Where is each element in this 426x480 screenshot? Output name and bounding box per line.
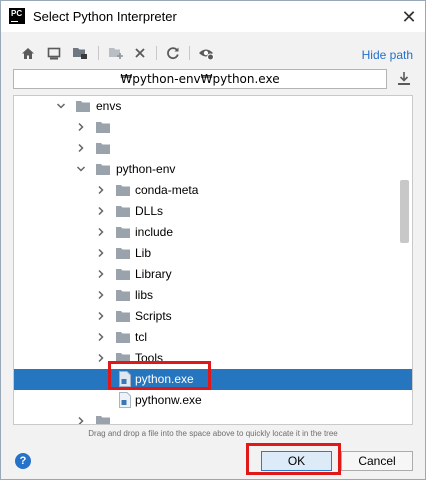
tree-item-label: python.exe <box>135 372 194 386</box>
tree-item[interactable]: Library <box>14 264 412 285</box>
folder-icon <box>96 143 110 154</box>
hide-path-link[interactable]: Hide path <box>362 48 413 62</box>
tree-scrollbar[interactable] <box>400 180 409 243</box>
folder-icon <box>116 290 130 301</box>
tree-item[interactable] <box>14 138 412 159</box>
tree-item[interactable] <box>14 117 412 138</box>
drag-drop-hint: Drag and drop a file into the space abov… <box>88 429 338 438</box>
path-field[interactable]: ₩python-env₩python.exe <box>13 69 387 89</box>
folder-icon <box>116 248 130 259</box>
tree-item-label: Library <box>135 267 172 281</box>
tree-item-label: pythonw.exe <box>135 393 202 407</box>
tree-item-label: DLLs <box>135 204 164 218</box>
tree-item-label: envs <box>96 99 122 113</box>
tree-item-label: Scripts <box>135 309 172 323</box>
chevron-right-icon[interactable] <box>76 416 86 425</box>
close-icon[interactable]: ✕ <box>393 2 425 32</box>
python-file-icon <box>119 371 131 387</box>
tree-item-selected[interactable]: python.exe <box>14 369 412 390</box>
tree-item[interactable]: envs <box>14 96 412 117</box>
tree-item[interactable]: libs <box>14 285 412 306</box>
app-icon-text: PC <box>11 9 23 18</box>
delete-icon[interactable] <box>131 44 149 62</box>
chevron-right-icon[interactable] <box>76 122 86 132</box>
folder-icon <box>96 122 110 133</box>
project-folder-icon[interactable] <box>71 44 89 62</box>
tree-item[interactable]: include <box>14 222 412 243</box>
folder-icon <box>116 311 130 322</box>
folder-icon <box>116 332 130 343</box>
chevron-right-icon[interactable] <box>96 185 106 195</box>
title-bar: PC Select Python Interpreter ✕ <box>1 1 425 32</box>
folder-icon <box>76 101 90 112</box>
chevron-right-icon[interactable] <box>96 311 106 321</box>
tree-item[interactable]: pythonw.exe <box>14 390 412 411</box>
chevron-right-icon[interactable] <box>76 143 86 153</box>
new-folder-icon[interactable] <box>107 44 125 62</box>
tree-item-label: include <box>135 225 174 239</box>
download-icon[interactable] <box>397 71 413 87</box>
chevron-right-icon[interactable] <box>96 290 106 300</box>
tree-item-label: Tools <box>135 351 164 365</box>
folder-icon <box>96 164 110 175</box>
chevron-right-icon[interactable] <box>96 332 106 342</box>
tree-item-label: libs <box>135 288 154 302</box>
desktop-icon[interactable] <box>45 44 63 62</box>
tree-item[interactable]: python-env <box>14 159 412 180</box>
select-interpreter-dialog: PC Select Python Interpreter ✕ Hide path… <box>0 0 426 480</box>
cancel-button[interactable]: Cancel <box>341 451 413 471</box>
chevron-right-icon[interactable] <box>96 248 106 258</box>
chevron-right-icon[interactable] <box>96 227 106 237</box>
folder-icon <box>116 206 130 217</box>
tree-item[interactable] <box>14 411 412 425</box>
tree-item[interactable]: Lib <box>14 243 412 264</box>
home-icon[interactable] <box>19 44 37 62</box>
ok-button[interactable]: OK <box>261 451 332 471</box>
path-row: ₩python-env₩python.exe <box>1 69 425 93</box>
tree-item[interactable]: DLLs <box>14 201 412 222</box>
folder-icon <box>116 353 130 364</box>
tree-item[interactable]: Tools <box>14 348 412 369</box>
folder-icon <box>116 269 130 280</box>
chevron-right-icon[interactable] <box>96 206 106 216</box>
tree-item-label: python-env <box>116 162 176 176</box>
chevron-right-icon[interactable] <box>96 353 106 363</box>
toolbar: Hide path <box>1 41 425 67</box>
tree-item[interactable]: tcl <box>14 327 412 348</box>
refresh-icon[interactable] <box>164 44 182 62</box>
tree-item[interactable]: Scripts <box>14 306 412 327</box>
file-tree[interactable]: envs python-env conda-meta DLLs include … <box>13 95 413 425</box>
window-title: Select Python Interpreter <box>33 9 177 24</box>
help-icon[interactable]: ? <box>15 453 31 469</box>
pycharm-app-icon: PC <box>9 8 25 24</box>
python-file-icon <box>119 392 131 408</box>
chevron-down-icon[interactable] <box>76 164 86 174</box>
tree-item[interactable]: conda-meta <box>14 180 412 201</box>
folder-icon <box>96 416 110 424</box>
tree-item-label: tcl <box>135 330 147 344</box>
chevron-right-icon[interactable] <box>96 269 106 279</box>
folder-icon <box>116 227 130 238</box>
tree-item-label: conda-meta <box>135 183 199 197</box>
folder-icon <box>116 185 130 196</box>
tree-item-label: Lib <box>135 246 152 260</box>
chevron-down-icon[interactable] <box>56 101 66 111</box>
show-hidden-icon[interactable] <box>197 44 215 62</box>
